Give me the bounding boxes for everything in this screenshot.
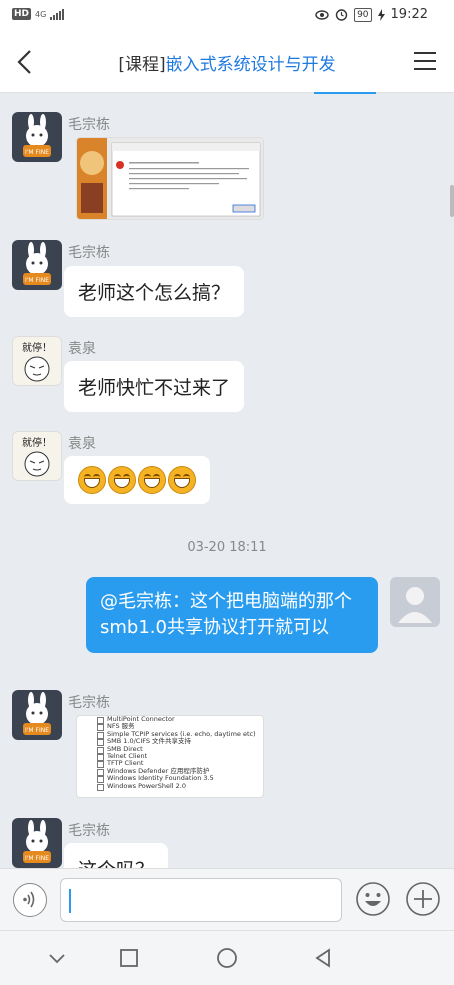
recent-apps-icon[interactable] (118, 947, 140, 969)
avatar[interactable]: 就停！ (12, 431, 62, 481)
bunny-avatar-icon: I'M FINE (23, 242, 51, 285)
back-nav-icon[interactable] (312, 947, 334, 969)
plus-button-icon[interactable] (405, 881, 441, 917)
nav-down-icon[interactable] (46, 947, 68, 969)
battery-level: 90 (354, 7, 372, 22)
image-message[interactable]: MultiPoint Connector NFS 服务 Simple TCPIP… (76, 715, 264, 798)
svg-text:I'M FINE: I'M FINE (25, 855, 49, 862)
grin-emoji-icon (108, 466, 136, 494)
avatar[interactable]: I'M FINE (12, 818, 62, 868)
message-input[interactable] (60, 878, 342, 922)
avatar[interactable]: I'M FINE (12, 112, 62, 162)
input-bar (0, 868, 454, 931)
menu-icon[interactable] (414, 52, 436, 70)
status-bar: HD 4G 90 19:22 (0, 0, 454, 32)
svg-text:就停！: 就停！ (22, 436, 52, 449)
sender-name: 袁泉 (68, 341, 96, 357)
system-nav-bar (0, 930, 454, 985)
hd-icon: HD (12, 8, 32, 20)
charging-icon (377, 8, 385, 21)
svg-text:I'M FINE: I'M FINE (25, 277, 49, 284)
default-user-icon (398, 587, 432, 623)
sender-name: 毛宗栋 (68, 117, 110, 133)
home-icon[interactable] (216, 947, 238, 969)
self-avatar[interactable] (390, 577, 440, 627)
feature-row: SMB 1.0/CIFS 文件共享支持 (77, 738, 263, 747)
sender-name: 毛宗栋 (68, 245, 110, 261)
grin-emoji-icon (78, 466, 106, 494)
svg-text:I'M FINE: I'M FINE (25, 149, 49, 156)
bunny-avatar-icon: I'M FINE (23, 692, 51, 735)
sender-name: 毛宗栋 (68, 823, 110, 839)
message-bubble[interactable]: 老师这个怎么搞？ (64, 266, 245, 317)
bunny-avatar-icon: I'M FINE (23, 820, 51, 863)
grin-emoji-icon (138, 466, 166, 494)
network-type: 4G (35, 9, 47, 19)
sender-name: 袁泉 (68, 436, 96, 452)
timestamp: 03-20 18:11 (187, 540, 267, 555)
avatar[interactable]: 就停！ (12, 336, 62, 386)
chat-header: [课程]嵌入式系统设计与开发 (0, 32, 454, 93)
feature-row: Telnet Client (77, 752, 263, 762)
message-bubble[interactable]: 老师快忙不过来了 (64, 361, 245, 412)
screenshot-thumbnail (77, 138, 263, 219)
feature-row: SMB Direct (77, 745, 263, 754)
image-message[interactable] (76, 137, 264, 220)
status-right: 90 19:22 (315, 7, 428, 22)
chat-title: [课程]嵌入式系统设计与开发 (0, 50, 454, 75)
feature-row: Windows PowerShell 2.0 (77, 782, 263, 791)
svg-text:I'M FINE: I'M FINE (25, 727, 49, 734)
signal-icon (50, 8, 65, 20)
bunny-avatar-icon: I'M FINE (23, 114, 51, 157)
status-left: HD 4G (12, 8, 65, 20)
sender-name: 毛宗栋 (68, 695, 110, 711)
cartoon-face-avatar-icon: 就停！ (22, 436, 52, 477)
avatar[interactable]: I'M FINE (12, 690, 62, 740)
text-caret (69, 889, 71, 913)
svg-text:就停！: 就停！ (22, 341, 52, 354)
emoji-message[interactable] (64, 456, 210, 504)
clock: 19:22 (390, 7, 428, 22)
outgoing-message-bubble[interactable]: @毛宗栋：这个把电脑端的那个smb1.0共享协议打开就可以 (86, 577, 378, 653)
cartoon-face-avatar-icon: 就停！ (22, 341, 52, 382)
avatar[interactable]: I'M FINE (12, 240, 62, 290)
title-text: 嵌入式系统设计与开发 (165, 55, 336, 75)
voice-wave-icon (23, 891, 35, 908)
scroll-indicator[interactable] (450, 185, 454, 217)
title-prefix: [课程] (118, 55, 166, 75)
emoji-button-icon[interactable] (355, 881, 391, 917)
voice-button[interactable] (13, 883, 47, 917)
emoji-row (78, 466, 196, 494)
eye-icon (315, 9, 329, 20)
alarm-icon (335, 9, 348, 21)
previous-message-edge (314, 92, 376, 94)
feature-row: MultiPoint Connector (77, 716, 263, 724)
grin-emoji-icon (168, 466, 196, 494)
